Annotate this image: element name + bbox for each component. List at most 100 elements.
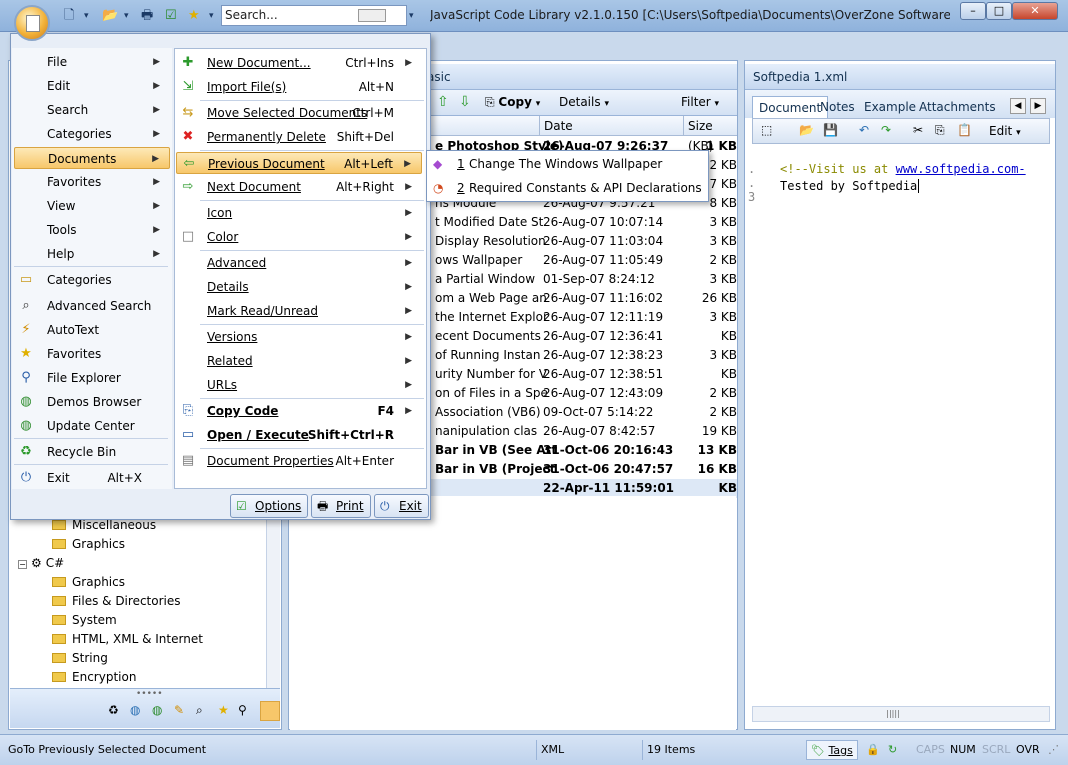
menu-item-next-document[interactable]: ⇨ Next Document Alt+Right ▶ <box>176 176 422 198</box>
star-icon[interactable]: ★ <box>218 703 229 717</box>
search-scope-dropdown[interactable] <box>358 9 386 22</box>
move-up-icon[interactable]: ⇧ <box>437 94 449 110</box>
tab-prev-button[interactable]: ◀ <box>1010 98 1026 114</box>
tab-attachments[interactable]: Attachments <box>913 96 1002 118</box>
edit-menu-button[interactable]: Edit ▾ <box>989 124 1021 138</box>
menu-item-urls[interactable]: URLs ▶ <box>176 374 422 396</box>
menu-item-move-selected-documents[interactable]: ⇆ Move Selected Documents Ctrl+M <box>176 102 422 124</box>
redo-icon[interactable]: ↷ <box>881 123 891 137</box>
recycle-icon[interactable]: ♻ <box>108 703 119 717</box>
date-column-header[interactable]: Date <box>539 116 573 136</box>
collapse-icon[interactable]: − <box>18 560 27 569</box>
lock-icon[interactable]: 🔒 <box>866 740 880 760</box>
refresh-icon[interactable]: ↻ <box>888 740 897 760</box>
menu-item-icon[interactable]: Icon ▶ <box>176 202 422 224</box>
tree-scrollbar[interactable] <box>266 508 280 688</box>
chevron-down-icon[interactable]: ▾ <box>409 6 414 26</box>
tree-item-csharp[interactable]: − ⚙ C# <box>18 554 64 573</box>
menu-item-document-properties[interactable]: ▤ Document Properties Alt+Enter <box>176 450 422 472</box>
menu-item-update-center[interactable]: ◍ Update Center <box>14 415 170 437</box>
options-button[interactable]: ☑ Options <box>230 494 309 518</box>
menu-item-exit[interactable]: ⏻ Exit Alt+X <box>14 467 170 489</box>
chevron-down-icon[interactable]: ▾ <box>209 6 214 26</box>
size-column-header[interactable]: Size (KB) <box>683 116 737 153</box>
menu-item-mark-read-unread[interactable]: Mark Read/Unread ▶ <box>176 300 422 322</box>
autotext-icon[interactable]: ✎ <box>174 703 184 717</box>
close-button[interactable]: ✕ <box>1012 2 1058 20</box>
menu-item-search[interactable]: Search ▶ <box>14 99 170 121</box>
globe-icon[interactable]: ◍ <box>130 703 140 717</box>
tree-item[interactable]: Files & Directories <box>52 592 181 611</box>
menu-item-file-explorer[interactable]: ⚲ File Explorer <box>14 367 170 389</box>
editor-horizontal-scrollbar[interactable]: ||||| <box>752 706 1050 722</box>
select-all-icon[interactable]: ⬚ <box>761 123 772 137</box>
star-icon[interactable]: ★ <box>188 6 200 26</box>
menu-item-import-file-s[interactable]: ⇲ Import File(s) Alt+N <box>176 76 422 98</box>
tree-item[interactable]: Graphics <box>52 535 125 554</box>
application-orb-button[interactable] <box>14 5 50 41</box>
search-icon[interactable]: ⌕ <box>196 703 203 718</box>
tab-notes[interactable]: Notes <box>814 96 861 118</box>
menu-item-recycle-bin[interactable]: ♻ Recycle Bin <box>14 441 170 463</box>
scroll-thumb[interactable]: ||||| <box>873 709 913 719</box>
menu-item-color[interactable]: □ Color ▶ <box>176 226 422 248</box>
minimize-button[interactable]: – <box>960 2 986 20</box>
menu-item-documents[interactable]: Documents ▶ <box>14 147 170 169</box>
tree-item[interactable]: String <box>52 649 108 668</box>
new-document-icon[interactable]: 🗋 <box>64 6 74 26</box>
menu-item-categories[interactable]: Categories ▶ <box>14 123 170 145</box>
paste-icon[interactable]: 📋 <box>957 123 972 137</box>
menu-item-demos-browser[interactable]: ◍ Demos Browser <box>14 391 170 413</box>
tree-item[interactable]: HTML, XML & Internet <box>52 630 203 649</box>
cut-icon[interactable]: ✂ <box>913 123 923 137</box>
softpedia-link[interactable]: www.softpedia.com- <box>896 162 1026 176</box>
exit-button[interactable]: ⏻ Exit <box>374 494 429 518</box>
magnifier-icon[interactable]: ⚲ <box>238 703 247 717</box>
menu-item-previous-document[interactable]: ⇦ Previous Document Alt+Left ▶ <box>176 152 422 174</box>
filter-button[interactable]: Filter ▾ <box>681 95 719 109</box>
tab-next-button[interactable]: ▶ <box>1030 98 1046 114</box>
maximize-button[interactable]: □ <box>986 2 1012 20</box>
undo-icon[interactable]: ↶ <box>859 123 869 137</box>
menu-item-favorites[interactable]: Favorites ▶ <box>14 171 170 193</box>
menu-item-tools[interactable]: Tools ▶ <box>14 219 170 241</box>
menu-item-copy-code[interactable]: ⎘ Copy Code F4 ▶ <box>176 400 422 422</box>
print-button[interactable]: 🖶 Print <box>311 494 371 518</box>
menu-item-advanced-search[interactable]: ⌕ Advanced Search <box>14 295 170 317</box>
menu-item-favorites[interactable]: ★ Favorites <box>14 343 170 365</box>
tree-item[interactable]: Encryption <box>52 668 136 687</box>
categories-icon[interactable] <box>260 701 280 721</box>
chevron-down-icon[interactable]: ▾ <box>124 6 129 26</box>
tree-item[interactable]: Graphics <box>52 573 125 592</box>
menu-item-details[interactable]: Details ▶ <box>176 276 422 298</box>
details-button[interactable]: Details ▾ <box>559 95 609 109</box>
globe-icon[interactable]: ◍ <box>152 703 162 717</box>
menu-item-new-document[interactable]: ✚ New Document... Ctrl+Ins ▶ <box>176 52 422 74</box>
copy-button[interactable]: ⎘ Copy ▾ <box>485 95 540 110</box>
grip-icon[interactable]: ••••• <box>136 689 163 699</box>
menu-item-edit[interactable]: Edit ▶ <box>14 75 170 97</box>
menu-item-open-execute[interactable]: ▭ Open / Execute Shift+Ctrl+R <box>176 424 422 446</box>
save-icon[interactable]: 💾 <box>823 123 838 137</box>
menu-item-categories[interactable]: ▭ Categories <box>14 269 170 291</box>
menu-item-autotext[interactable]: ⚡ AutoText <box>14 319 170 341</box>
resize-grip-icon[interactable]: ⋰ <box>1048 740 1059 760</box>
menu-item-view[interactable]: View ▶ <box>14 195 170 217</box>
menu-item-file[interactable]: File ▶ <box>14 51 170 73</box>
open-folder-icon[interactable]: 📂 <box>102 6 118 26</box>
open-folder-icon[interactable]: 📂 <box>799 123 814 137</box>
menu-item-related[interactable]: Related ▶ <box>176 350 422 372</box>
tree-item[interactable]: System <box>52 611 117 630</box>
copy-icon[interactable]: ⎘ <box>935 123 945 138</box>
menu-item-help[interactable]: Help ▶ <box>14 243 170 265</box>
checkbox-icon[interactable]: ☑ <box>165 6 177 26</box>
chevron-down-icon[interactable]: ▾ <box>84 6 89 26</box>
submenu-item[interactable]: ◆ 1 Change The Windows Wallpaper <box>433 153 703 175</box>
menu-item-permanently-delete[interactable]: ✖ Permanently Delete Shift+Del <box>176 126 422 148</box>
print-icon[interactable]: 🖶 <box>141 6 153 26</box>
menu-item-versions[interactable]: Versions ▶ <box>176 326 422 348</box>
submenu-item[interactable]: ◔ 2 Required Constants & API Declarations <box>433 177 703 199</box>
search-input[interactable]: Search... <box>221 5 407 26</box>
code-editor[interactable]: <!--Visit us at www.softpedia.com- Teste… <box>780 162 1052 196</box>
move-down-icon[interactable]: ⇩ <box>459 94 471 110</box>
